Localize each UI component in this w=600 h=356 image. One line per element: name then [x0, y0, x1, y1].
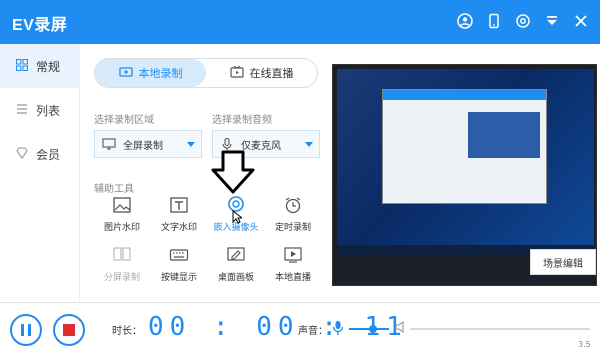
title-bar: EV录屏 — [0, 0, 600, 44]
tool-label: 文字水印 — [160, 223, 197, 233]
preview-window-thumbnail — [468, 112, 540, 158]
preview-desktop — [337, 69, 594, 251]
tool-label: 桌面画板 — [217, 273, 254, 283]
scene-edit-button[interactable]: 场景编辑 — [530, 249, 596, 275]
tv-icon — [229, 65, 244, 81]
mode-tabs: 本地录制 在线直播 — [94, 58, 318, 88]
sidebar-item-label: 列表 — [36, 103, 61, 118]
preview-app-window — [382, 89, 547, 204]
tool-text-watermark[interactable]: 文字水印 — [151, 196, 207, 233]
sidebar-item-label: 常规 — [36, 59, 61, 74]
mouse-cursor-icon — [232, 210, 242, 224]
mic-volume-knob[interactable] — [369, 325, 377, 333]
monitor-icon — [95, 138, 123, 150]
user-icon[interactable] — [456, 12, 474, 30]
title-bar-icons — [456, 12, 590, 30]
down-arrow-annotation — [211, 150, 255, 194]
tab-online-live[interactable]: 在线直播 — [206, 59, 317, 87]
record-area-label: 选择录制区域 — [94, 115, 154, 126]
record-audio-label: 选择录制音频 — [212, 115, 272, 126]
diamond-icon — [16, 146, 28, 162]
tool-local-live[interactable]: 本地直播 — [265, 246, 321, 283]
drawing-board-icon — [225, 246, 247, 266]
tool-drawing-board[interactable]: 桌面画板 — [208, 246, 264, 283]
sidebar-item-list[interactable]: 列表 — [0, 88, 79, 132]
stop-icon — [63, 324, 75, 336]
tool-key-display[interactable]: 按键显示 — [151, 246, 207, 283]
speaker-volume-slider[interactable] — [410, 328, 590, 330]
tool-label: 本地直播 — [274, 273, 311, 283]
stop-button[interactable] — [53, 314, 85, 346]
chevron-down-icon — [187, 142, 195, 147]
list-icon — [16, 103, 28, 118]
close-icon[interactable] — [572, 12, 590, 30]
tool-timed-record[interactable]: 定时录制 — [265, 196, 321, 233]
tool-label: 按键显示 — [160, 273, 197, 283]
ev-recorder-window: EV录屏 常规 列表 会员 本地录制 在线直播 选择录制区域 全屏录制 选择录制… — [0, 0, 600, 356]
video-icon — [118, 66, 133, 81]
local-live-icon — [282, 246, 304, 266]
sidebar: 常规 列表 会员 — [0, 44, 80, 302]
microphone-icon — [213, 138, 241, 150]
keyboard-icon — [168, 246, 190, 266]
version-text: 3.5 — [578, 340, 591, 349]
tool-label: 分屏录制 — [103, 273, 140, 283]
minimize-icon[interactable] — [543, 12, 561, 30]
pause-icon-bar — [28, 324, 31, 336]
pause-button[interactable] — [10, 314, 42, 346]
app-title: EV录屏 — [12, 17, 68, 34]
settings-icon[interactable] — [514, 12, 532, 30]
volume-label: 声音： — [298, 326, 328, 337]
tool-split-screen: 分屏录制 — [94, 246, 150, 283]
text-icon — [168, 196, 190, 216]
preview-window-titlebar — [383, 90, 546, 100]
microphone-icon[interactable] — [332, 320, 344, 336]
tool-label: 嵌入摄像头 — [213, 223, 259, 233]
tool-label: 图片水印 — [103, 223, 140, 233]
tab-label: 在线直播 — [249, 67, 294, 80]
split-screen-icon — [111, 246, 133, 266]
main-panel: 本地录制 在线直播 选择录制区域 全屏录制 选择录制音频 仅麦克风 辅助工具 图… — [80, 44, 600, 302]
sidebar-item-membership[interactable]: 会员 — [0, 132, 79, 176]
tool-label: 定时录制 — [274, 223, 311, 233]
sidebar-item-label: 会员 — [36, 147, 61, 162]
tab-local-record[interactable]: 本地录制 — [95, 59, 206, 87]
record-area-select[interactable]: 全屏录制 — [94, 130, 202, 158]
tool-image-watermark[interactable]: 图片水印 — [94, 196, 150, 233]
grid-icon — [16, 58, 28, 74]
record-area-value: 全屏录制 — [123, 140, 163, 152]
tools-label: 辅助工具 — [94, 184, 134, 195]
duration-label: 时长： — [112, 326, 142, 337]
chevron-down-icon — [305, 142, 313, 147]
mobile-icon[interactable] — [485, 12, 503, 30]
tab-label: 本地录制 — [138, 67, 183, 80]
speaker-icon[interactable] — [395, 320, 407, 334]
image-icon — [111, 196, 133, 216]
sidebar-item-general[interactable]: 常规 — [0, 44, 79, 88]
pause-icon-bar — [21, 324, 24, 336]
alarm-icon — [282, 196, 304, 216]
